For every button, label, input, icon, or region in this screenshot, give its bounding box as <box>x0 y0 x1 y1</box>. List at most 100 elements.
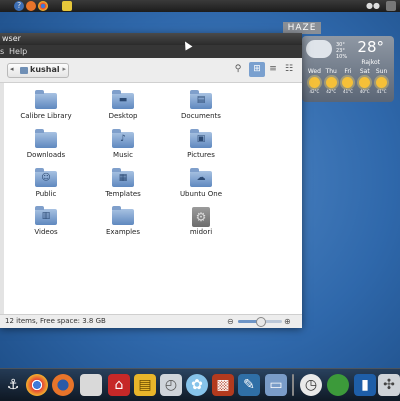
sun-icon <box>359 77 371 88</box>
files-icon[interactable]: ▭ <box>265 374 287 396</box>
folder-glyph: ▥ <box>41 211 51 221</box>
item-label: Templates <box>105 190 141 198</box>
file-item[interactable]: ⚙ midori <box>163 205 239 243</box>
text-editor-icon[interactable]: ✎ <box>238 374 260 396</box>
folder-item[interactable]: ☁ Ubuntu One <box>163 167 239 205</box>
time-machine-icon[interactable]: ◴ <box>160 374 182 396</box>
system-monitor-icon[interactable]: ▮ <box>354 374 376 396</box>
folder-item[interactable]: Calibre Library <box>8 89 84 127</box>
folder-item[interactable]: ▬ Desktop <box>85 89 161 127</box>
disk-utility-icon[interactable] <box>80 374 102 396</box>
city-name: Rajkot <box>361 59 380 66</box>
brain-icon[interactable]: ✿ <box>186 374 208 396</box>
power-icon[interactable] <box>386 1 396 11</box>
gear-icon: ⚙ <box>192 207 210 227</box>
folder-item[interactable]: ▦ Templates <box>85 167 161 205</box>
pictures-folder-icon: ▣ <box>190 129 212 148</box>
folder-glyph: ♪ <box>120 134 126 144</box>
photo-viewer-icon[interactable]: ▩ <box>212 374 234 396</box>
item-label: Desktop <box>108 112 138 120</box>
folder-icon <box>35 90 57 109</box>
firefox-icon[interactable] <box>26 1 36 11</box>
chrome-icon[interactable] <box>38 1 48 11</box>
cloud-icon <box>306 40 332 58</box>
folder-item[interactable]: ☺ Public <box>8 167 84 205</box>
file-grid: Calibre Library ▬ Desktop ▤ Documents Do… <box>4 83 302 314</box>
zoom-out-icon[interactable]: ⊖ <box>227 315 234 328</box>
path-bar: ◂ kushal ▸ <box>7 63 69 78</box>
path-segment-kushal[interactable]: kushal <box>30 65 60 74</box>
folder-item[interactable]: ▥ Videos <box>8 205 84 243</box>
forecast-day-name: Sat <box>359 68 370 75</box>
search-icon: ⚲ <box>234 64 242 74</box>
item-label: Public <box>35 190 57 198</box>
sun-icon <box>342 77 354 88</box>
top-panel: ? ●● <box>0 0 400 12</box>
green-circle-icon[interactable] <box>327 374 349 396</box>
pdf-reader-icon[interactable]: ⌂ <box>108 374 130 396</box>
path-back-button[interactable]: ◂ <box>10 65 14 73</box>
templates-folder-icon: ▦ <box>112 168 134 187</box>
weather-widget[interactable]: 30° 23° 10% 28° Rajkot Wed 42°C Thu 42°C F… <box>302 36 394 102</box>
file-glyph: ⚙ <box>195 210 207 224</box>
zoom-slider-thumb[interactable] <box>256 317 266 327</box>
weather-humidity: 10% <box>336 54 348 60</box>
zoom-slider[interactable] <box>238 317 282 327</box>
folder-glyph: ▬ <box>118 95 128 105</box>
archive-manager-icon[interactable]: ▤ <box>134 374 156 396</box>
item-label: Examples <box>105 228 140 236</box>
sun-icon <box>308 77 320 88</box>
forecast-day: Sun 41°C <box>373 68 390 94</box>
folder-item[interactable]: Downloads <box>8 128 84 166</box>
item-label: Ubuntu One <box>179 190 223 198</box>
chrome-icon[interactable] <box>26 374 48 396</box>
folder-item[interactable]: ▤ Documents <box>163 89 239 127</box>
desktop-folder-icon: ▬ <box>112 90 134 109</box>
forecast-temp: 41°C <box>343 89 353 94</box>
user-icon[interactable]: ●● <box>366 1 380 10</box>
current-temperature: 28° <box>357 38 384 56</box>
item-label: Downloads <box>26 151 66 159</box>
list-view-button[interactable]: ≡ <box>265 62 281 77</box>
folder-glyph: ▣ <box>196 134 206 144</box>
search-button[interactable]: ⚲ <box>230 62 246 77</box>
dock: ⚓ ⌂ ▤ ◴ ✿ ▩ ✎ ▭ ◷ ▮ ✣ <box>0 368 400 401</box>
folder-item[interactable]: ♪ Music <box>85 128 161 166</box>
item-label: Calibre Library <box>20 112 72 120</box>
compact-list-icon: ☷ <box>284 64 294 74</box>
anchor-icon[interactable]: ⚓ <box>2 374 24 396</box>
forecast-temp: 40°C <box>359 89 370 94</box>
forecast-day: Fri 41°C <box>340 68 357 94</box>
public-folder-icon: ☺ <box>35 168 57 187</box>
file-browser-window: wser s Help ◂ kushal ▸ ⚲ ⊞ ≡ ☷ Calibre L… <box>0 33 302 328</box>
help-icon[interactable]: ? <box>14 1 24 11</box>
status-bar: 12 items, Free space: 3.8 GB ⊖ ⊕ <box>0 314 302 328</box>
menu-bar: s Help <box>0 45 302 58</box>
forecast-temp: 42°C <box>326 89 337 94</box>
item-label: Pictures <box>187 151 215 159</box>
status-text: 12 items, Free space: 3.8 GB <box>5 317 106 325</box>
folder-glyph: ▦ <box>118 173 128 183</box>
folder-item[interactable]: ▣ Pictures <box>163 128 239 166</box>
dock-separator <box>292 374 294 396</box>
icon-view-button[interactable]: ⊞ <box>249 62 265 77</box>
clock-icon[interactable]: ◷ <box>300 374 322 396</box>
zoom-in-icon[interactable]: ⊕ <box>284 315 291 328</box>
window-titlebar[interactable]: wser <box>0 33 302 45</box>
item-label: Music <box>113 151 133 159</box>
path-forward-button[interactable]: ▸ <box>62 65 66 73</box>
firefox-icon[interactable] <box>52 374 74 396</box>
folder-item[interactable]: Examples <box>85 205 161 243</box>
toolbar: ◂ kushal ▸ ⚲ ⊞ ≡ ☷ <box>0 58 302 83</box>
menu-item-partial[interactable]: s <box>0 45 4 58</box>
forecast-day: Thu 42°C <box>323 68 340 94</box>
menu-item-help[interactable]: Help <box>9 45 27 58</box>
forecast-day: Wed 42°C <box>306 68 323 94</box>
notes-icon[interactable] <box>62 1 72 11</box>
weather-details: 30° 23° 10% <box>336 42 347 60</box>
forecast-day-name: Sun <box>375 68 388 75</box>
forecast-day-name: Thu <box>325 68 337 75</box>
compact-view-button[interactable]: ☷ <box>281 62 297 77</box>
list-icon: ≡ <box>269 64 277 74</box>
settings-icon[interactable]: ✣ <box>378 374 400 396</box>
